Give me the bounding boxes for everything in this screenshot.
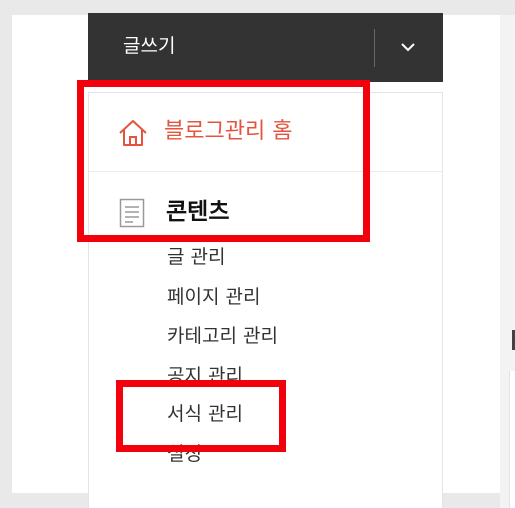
menu-item-category-management[interactable]: 카테고리 관리 — [167, 324, 278, 348]
write-bar-divider — [374, 29, 375, 67]
partial-content-card — [509, 371, 515, 508]
menu-section-contents[interactable]: 콘텐츠 — [119, 197, 419, 229]
menu-item-blog-home-label: 블로그관리 홈 — [164, 119, 293, 144]
menu-item-settings[interactable]: 설정 — [167, 442, 202, 466]
menu-divider — [89, 171, 442, 172]
menu-item-template-management[interactable]: 서식 관리 — [167, 402, 243, 426]
menu-item-page-management[interactable]: 페이지 관리 — [167, 285, 260, 309]
blog-admin-menu: 블로그관리 홈 콘텐츠 글 관리 페이지 관리 카테고리 관리 공지 관리 서식… — [88, 92, 443, 508]
menu-item-blog-home[interactable]: 블로그관리 홈 — [117, 115, 437, 147]
write-post-label: 글쓰기 — [123, 35, 176, 57]
menu-item-notice-management[interactable]: 공지 관리 — [167, 364, 243, 388]
home-icon — [117, 118, 149, 148]
write-post-button[interactable]: 글쓰기 — [88, 13, 443, 82]
menu-item-post-management[interactable]: 글 관리 — [167, 245, 225, 269]
menu-section-contents-label: 콘텐츠 — [166, 199, 230, 225]
right-content-area — [500, 15, 515, 508]
document-icon — [119, 198, 145, 228]
screenshot-canvas: 글쓰기 블로그관리 홈 콘텐츠 글 관리 페이지 관리 카테고리 관리 공지 관… — [0, 0, 515, 508]
chevron-down-icon[interactable] — [395, 35, 421, 59]
